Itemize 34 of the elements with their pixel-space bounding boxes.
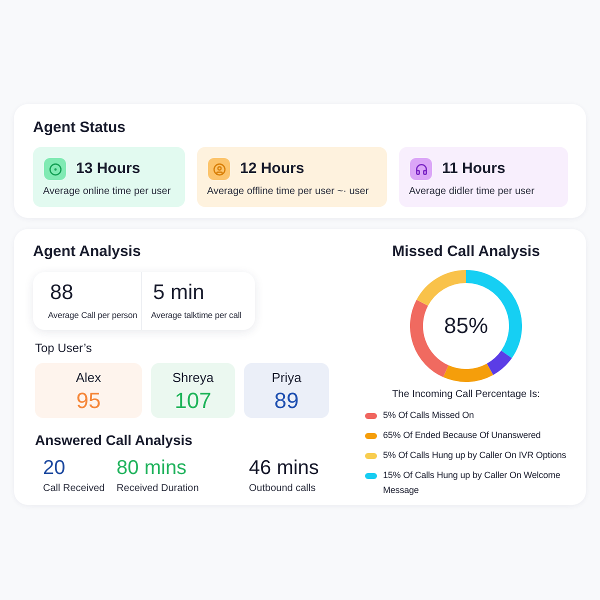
user-name: Alex bbox=[76, 370, 102, 386]
status-caption: Average offline time per user ~· user bbox=[207, 185, 369, 199]
stat-caption: Average Call per person bbox=[48, 309, 138, 321]
stat-value: 88 bbox=[49, 280, 74, 305]
user-score: 95 bbox=[76, 388, 101, 414]
answered-caption: Received Duration bbox=[116, 482, 199, 496]
answered-value: 46 mins bbox=[248, 456, 319, 480]
user-name: Priya bbox=[272, 370, 302, 386]
status-caption: Average didler time per user bbox=[409, 185, 534, 199]
headphones-icon bbox=[410, 158, 432, 180]
section-title: Agent Status bbox=[33, 118, 126, 138]
legend-label: 5% Of Calls Missed On bbox=[383, 409, 474, 422]
section-title: Agent Analysis bbox=[33, 242, 141, 262]
legend-label: 5% Of Calls Hung up by Caller On IVR Options bbox=[383, 449, 566, 462]
user-name: Shreya bbox=[172, 370, 214, 386]
legend-title: The Incoming Call Percentage Is: bbox=[392, 388, 540, 402]
user-score: 107 bbox=[174, 388, 212, 414]
answered-caption: Outbound calls bbox=[248, 482, 316, 496]
section-title: Missed Call Analysis bbox=[392, 242, 540, 262]
legend-label: 15% Of Calls Hung up by Caller On Welcome Message bbox=[383, 469, 562, 497]
stat-caption: Average talktime per call bbox=[151, 309, 242, 321]
answered-value: 80 mins bbox=[116, 456, 187, 480]
answered-value: 20 bbox=[43, 456, 66, 480]
section-title: Answered Call Analysis bbox=[34, 431, 192, 449]
answered-caption: Call Received bbox=[43, 482, 105, 496]
hours-value: 11 Hours bbox=[442, 159, 506, 179]
legend-label: 65% Of Ended Because Of Unanswered bbox=[383, 429, 541, 442]
status-caption: Average online time per user bbox=[43, 185, 171, 199]
user-score: 89 bbox=[274, 388, 299, 414]
donut-center-label: 85% bbox=[444, 313, 488, 339]
hours-value: 13 Hours bbox=[76, 159, 140, 179]
hours-value: 12 Hours bbox=[240, 159, 304, 179]
stat-value: 5 min bbox=[152, 280, 204, 305]
section-subtitle: Top User’s bbox=[34, 340, 92, 356]
